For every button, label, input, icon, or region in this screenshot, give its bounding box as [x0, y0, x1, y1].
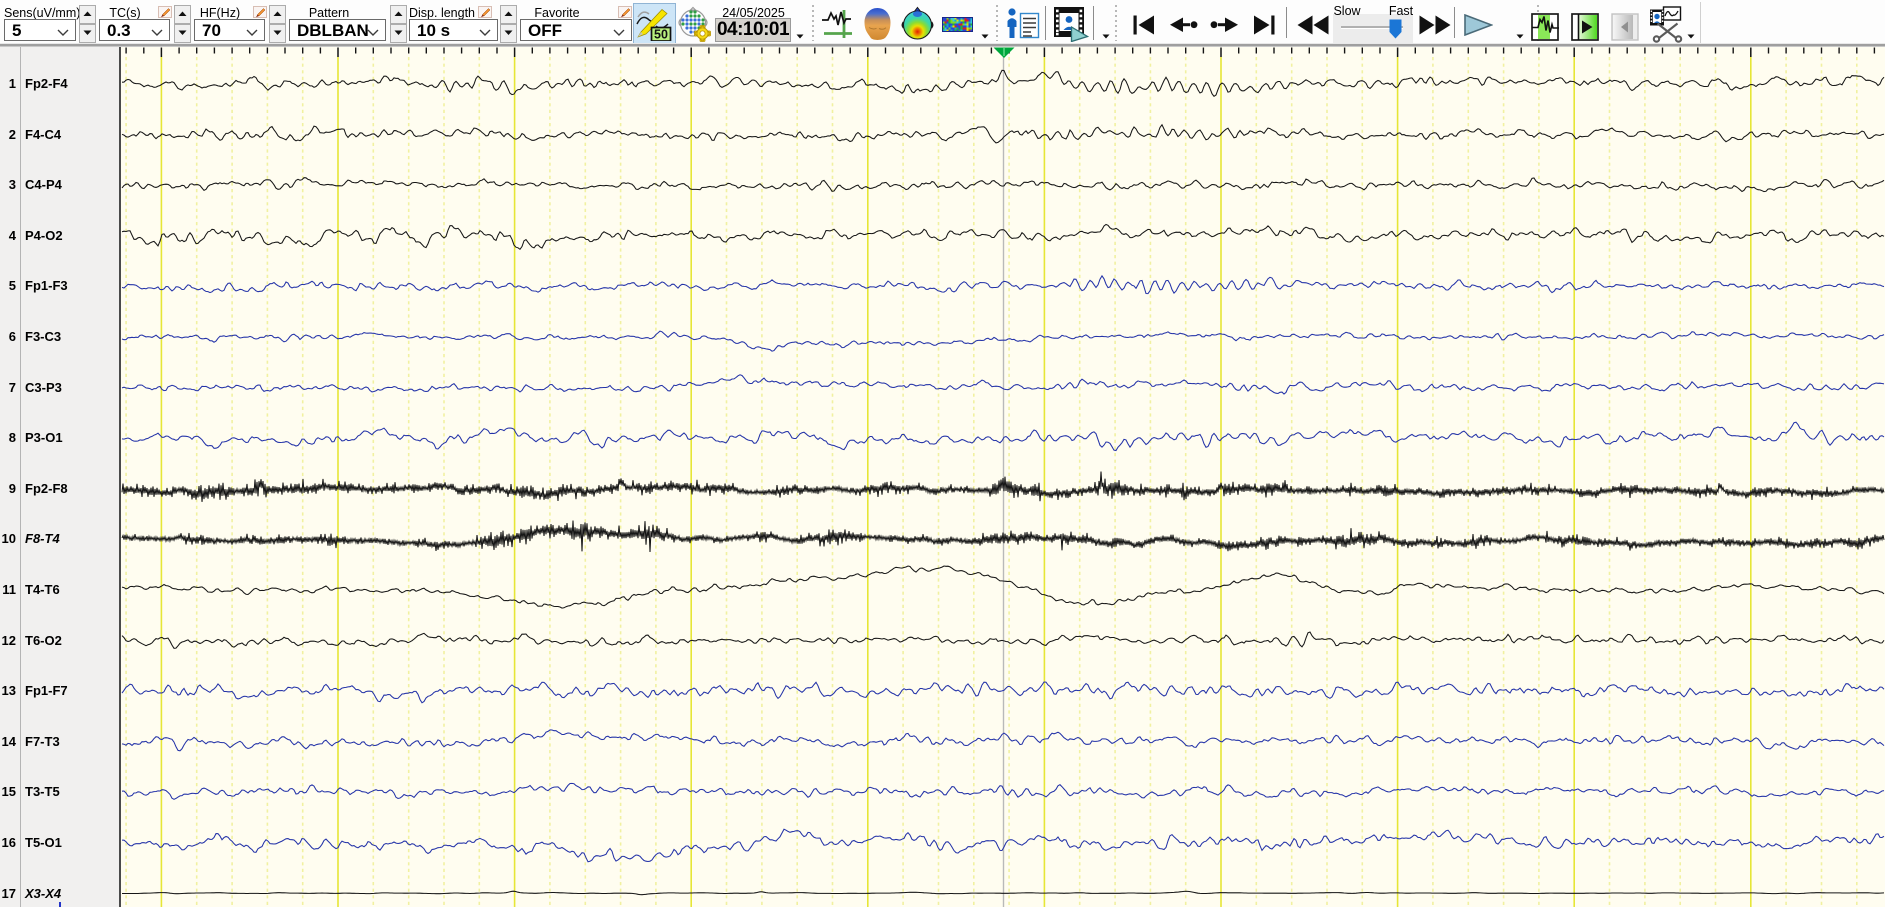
- svg-text:50: 50: [654, 28, 668, 42]
